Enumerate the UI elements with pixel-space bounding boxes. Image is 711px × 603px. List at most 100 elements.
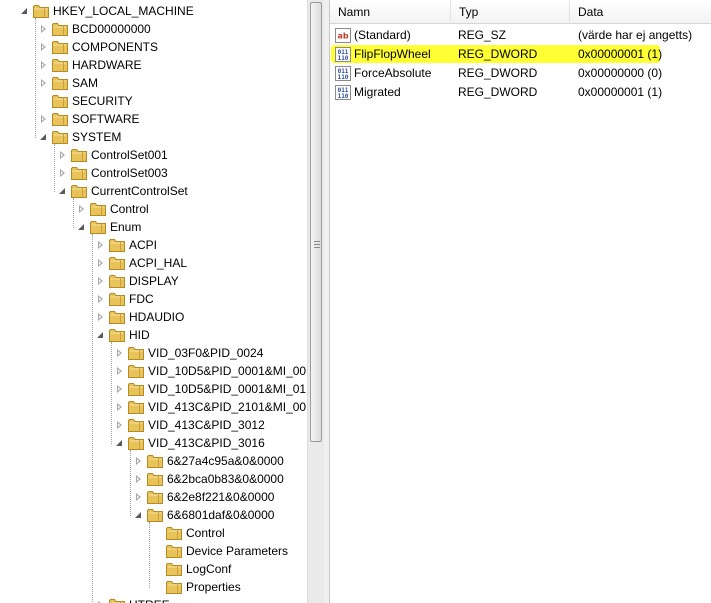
tree-item[interactable]: SAM <box>0 74 307 92</box>
value-data: 0x00000000 (0) <box>578 66 663 80</box>
tree-item-label: Properties <box>186 580 241 594</box>
tree-item[interactable]: Device Parameters <box>0 542 307 560</box>
collapse-arrow-icon[interactable] <box>40 134 46 140</box>
collapse-arrow-icon[interactable] <box>116 440 122 446</box>
binary-value-icon: 011110 <box>335 47 351 62</box>
tree-item[interactable]: BCD00000000 <box>0 20 307 38</box>
expand-arrow-icon[interactable] <box>117 349 122 357</box>
tree-item[interactable]: 6&2bca0b83&0&0000 <box>0 470 307 488</box>
tree-item[interactable]: SOFTWARE <box>0 110 307 128</box>
collapse-arrow-icon[interactable] <box>97 332 103 338</box>
tree-item-label: HKEY_LOCAL_MACHINE <box>53 4 194 18</box>
expand-arrow-icon[interactable] <box>98 259 103 267</box>
value-row[interactable]: 011 110 FlipFlopWheel REG_DWORD 0x00000001 (… <box>330 45 711 64</box>
tree-item[interactable]: VID_03F0&PID_0024 <box>0 344 307 362</box>
expand-arrow-icon[interactable] <box>41 79 46 87</box>
value-data: (värde har ej angetts) <box>578 28 693 42</box>
collapse-arrow-icon[interactable] <box>78 224 84 230</box>
column-header-data[interactable]: Data <box>570 0 711 24</box>
folder-icon <box>147 473 163 486</box>
tree-item-label: SYSTEM <box>72 130 122 144</box>
expand-arrow-icon[interactable] <box>117 385 122 393</box>
expand-arrow-icon[interactable] <box>41 43 46 51</box>
tree-item[interactable]: HDAUDIO <box>0 308 307 326</box>
folder-icon <box>33 5 49 18</box>
tree-item-label: VID_10D5&PID_0001&MI_00 <box>148 364 307 378</box>
expand-arrow-icon[interactable] <box>98 241 103 249</box>
tree-scrollbar[interactable] <box>307 0 324 603</box>
tree-item[interactable]: ACPI_HAL <box>0 254 307 272</box>
tree-item[interactable]: CurrentControlSet <box>0 182 307 200</box>
folder-icon <box>90 203 106 216</box>
tree-item[interactable]: HARDWARE <box>0 56 307 74</box>
expand-arrow-icon[interactable] <box>98 313 103 321</box>
tree-item[interactable]: SYSTEM <box>0 128 307 146</box>
expand-arrow-icon[interactable] <box>136 457 141 465</box>
tree-item[interactable]: SECURITY <box>0 92 307 110</box>
collapse-arrow-icon[interactable] <box>21 8 27 14</box>
tree-item[interactable]: ControlSet003 <box>0 164 307 182</box>
tree-item-label: FDC <box>129 292 154 306</box>
collapse-arrow-icon[interactable] <box>135 512 141 518</box>
tree-item[interactable]: LogConf <box>0 560 307 578</box>
expand-arrow-icon[interactable] <box>136 475 141 483</box>
value-data: 0x00000001 (1) <box>578 85 663 99</box>
value-row[interactable]: ab (Standard) REG_SZ (värde har ej angetts) <box>330 26 711 45</box>
tree-item[interactable]: FDC <box>0 290 307 308</box>
collapse-arrow-icon[interactable] <box>59 188 65 194</box>
expand-arrow-icon[interactable] <box>117 421 122 429</box>
tree-item[interactable]: COMPONENTS <box>0 38 307 56</box>
folder-icon <box>52 131 68 144</box>
tree-item-label: SECURITY <box>72 94 133 108</box>
tree-item[interactable]: 6&27a4c95a&0&0000 <box>0 452 307 470</box>
value-row[interactable]: 011 110 Migrated REG_DWORD 0x00000001 (1) <box>330 83 711 102</box>
expand-arrow-icon[interactable] <box>41 115 46 123</box>
tree-item[interactable]: VID_413C&PID_3012 <box>0 416 307 434</box>
folder-icon <box>52 113 68 126</box>
value-type: REG_DWORD <box>458 66 538 80</box>
folder-icon <box>109 257 125 270</box>
scrollbar-thumb[interactable] <box>310 2 322 442</box>
expand-arrow-icon[interactable] <box>60 169 65 177</box>
value-type: REG_SZ <box>458 28 507 42</box>
expand-arrow-icon[interactable] <box>136 493 141 501</box>
expand-arrow-icon[interactable] <box>117 403 122 411</box>
registry-editor: HKEY_LOCAL_MACHINE BCD00000000 COMPONENTS H… <box>0 0 711 603</box>
expand-arrow-icon[interactable] <box>79 205 84 213</box>
expand-arrow-icon[interactable] <box>98 295 103 303</box>
tree-item-label: BCD00000000 <box>72 22 151 36</box>
tree-item[interactable]: 6&6801daf&0&0000 <box>0 506 307 524</box>
tree-item[interactable]: Control <box>0 200 307 218</box>
tree-item[interactable]: VID_413C&PID_3016 <box>0 434 307 452</box>
tree-item[interactable]: 6&2e8f221&0&0000 <box>0 488 307 506</box>
tree-item[interactable]: VID_10D5&PID_0001&MI_00 <box>0 362 307 380</box>
column-header-name[interactable]: Namn <box>330 0 451 24</box>
tree-item[interactable]: HID <box>0 326 307 344</box>
tree-item[interactable]: DISPLAY <box>0 272 307 290</box>
tree-item-label: ControlSet003 <box>91 166 168 180</box>
tree-guide-line <box>149 522 150 588</box>
column-header-type[interactable]: Typ <box>451 0 570 24</box>
tree-item[interactable]: HTREE <box>0 596 307 603</box>
folder-icon <box>166 563 182 576</box>
tree-item[interactable]: ControlSet001 <box>0 146 307 164</box>
expand-arrow-icon[interactable] <box>41 25 46 33</box>
tree-item[interactable]: VID_10D5&PID_0001&MI_01 <box>0 380 307 398</box>
expand-arrow-icon[interactable] <box>60 151 65 159</box>
tree-item[interactable]: Control <box>0 524 307 542</box>
tree-item-label: HID <box>129 328 150 342</box>
value-row[interactable]: 011 110 ForceAbsolute REG_DWORD 0x00000000 (… <box>330 64 711 83</box>
expand-arrow-icon[interactable] <box>117 367 122 375</box>
tree-item[interactable]: Enum <box>0 218 307 236</box>
tree-item-label: SOFTWARE <box>72 112 140 126</box>
expand-arrow-icon[interactable] <box>41 61 46 69</box>
tree-item[interactable]: HKEY_LOCAL_MACHINE <box>0 2 307 20</box>
tree-item[interactable]: ACPI <box>0 236 307 254</box>
folder-icon <box>71 167 87 180</box>
tree-item-label: DISPLAY <box>129 274 179 288</box>
tree-item[interactable]: Properties <box>0 578 307 596</box>
folder-icon <box>109 329 125 342</box>
tree-item[interactable]: VID_413C&PID_2101&MI_00 <box>0 398 307 416</box>
expand-arrow-icon[interactable] <box>98 277 103 285</box>
tree-item-label: VID_413C&PID_3012 <box>148 418 265 432</box>
